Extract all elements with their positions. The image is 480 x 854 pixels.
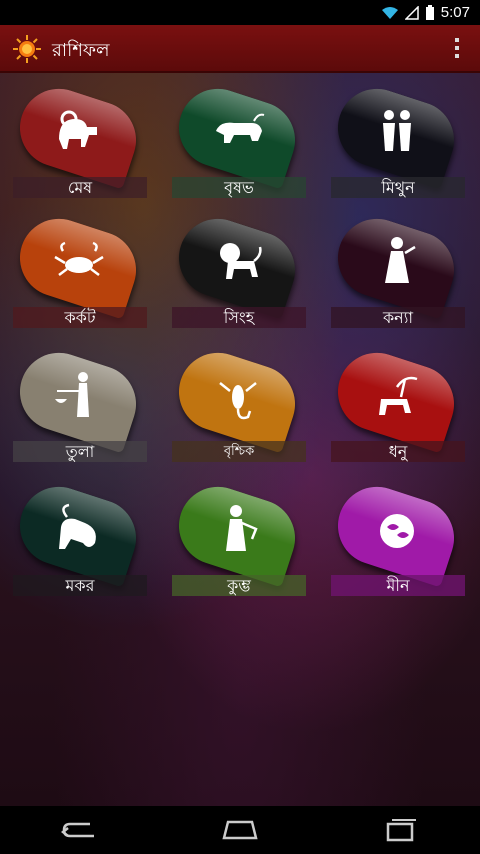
sign-tile-aries[interactable]: মেষ bbox=[9, 78, 153, 215]
gemini-twins-icon bbox=[383, 110, 411, 151]
navigation-bar bbox=[0, 806, 480, 854]
zodiac-grid: মেষ বৃষভ মিথুন কর্কট সিংহ কন্যা তুলা বৃশ… bbox=[0, 73, 480, 806]
sign-tile-scorpio[interactable]: বৃশ্চিক bbox=[168, 342, 312, 479]
sagittarius-archer-icon bbox=[379, 376, 418, 415]
sign-tile-pisces[interactable]: মীন bbox=[327, 476, 471, 613]
sign-tile-libra[interactable]: তুলা bbox=[9, 342, 153, 479]
sign-label: বৃশ্চিক bbox=[172, 441, 306, 462]
recent-apps-icon[interactable] bbox=[380, 818, 420, 842]
battery-icon bbox=[425, 4, 434, 20]
sign-label: সিংহ bbox=[172, 307, 306, 328]
wifi-icon bbox=[381, 6, 398, 19]
sign-label: ধনু bbox=[331, 441, 465, 462]
scorpio-scorpion-icon bbox=[219, 382, 257, 420]
leo-lion-icon bbox=[220, 243, 262, 279]
sun-logo-icon[interactable] bbox=[12, 34, 42, 64]
sign-label: তুলা bbox=[13, 441, 147, 462]
sign-label: কুম্ভ bbox=[172, 575, 306, 596]
aquarius-water-bearer-icon bbox=[226, 505, 258, 551]
sign-label: মেষ bbox=[13, 177, 147, 198]
action-bar: রাশিফল bbox=[0, 25, 480, 73]
sign-label: কন্যা bbox=[331, 307, 465, 328]
home-icon[interactable] bbox=[220, 818, 260, 842]
sign-label: মীন bbox=[331, 575, 465, 596]
sign-tile-taurus[interactable]: বৃষভ bbox=[168, 78, 312, 215]
sign-tile-virgo[interactable]: কন্যা bbox=[327, 208, 471, 345]
sign-tile-cancer[interactable]: কর্কট bbox=[9, 208, 153, 345]
sign-tile-capricorn[interactable]: মকর bbox=[9, 476, 153, 613]
virgo-maiden-icon bbox=[385, 237, 416, 283]
aries-ram-icon bbox=[59, 110, 97, 149]
signal-icon bbox=[404, 5, 419, 20]
libra-scales-icon bbox=[55, 372, 89, 417]
status-bar: 5:07 bbox=[0, 0, 480, 25]
sign-tile-gemini[interactable]: মিথুন bbox=[327, 78, 471, 215]
sign-label: মকর bbox=[13, 575, 147, 596]
capricorn-goat-icon bbox=[59, 503, 96, 549]
cancer-crab-icon bbox=[54, 241, 104, 276]
sign-label: মিথুন bbox=[331, 177, 465, 198]
back-icon[interactable] bbox=[60, 818, 100, 842]
pisces-fish-icon bbox=[380, 514, 414, 548]
overflow-menu-icon[interactable] bbox=[454, 37, 460, 59]
sign-label: কর্কট bbox=[13, 307, 147, 328]
sign-tile-leo[interactable]: সিংহ bbox=[168, 208, 312, 345]
app-title: রাশিফল bbox=[52, 40, 110, 61]
taurus-bull-icon bbox=[216, 113, 265, 143]
sign-label: বৃষভ bbox=[172, 177, 306, 198]
sign-tile-sagittarius[interactable]: ধনু bbox=[327, 342, 471, 479]
status-time: 5:07 bbox=[440, 4, 470, 21]
sign-tile-aquarius[interactable]: কুম্ভ bbox=[168, 476, 312, 613]
